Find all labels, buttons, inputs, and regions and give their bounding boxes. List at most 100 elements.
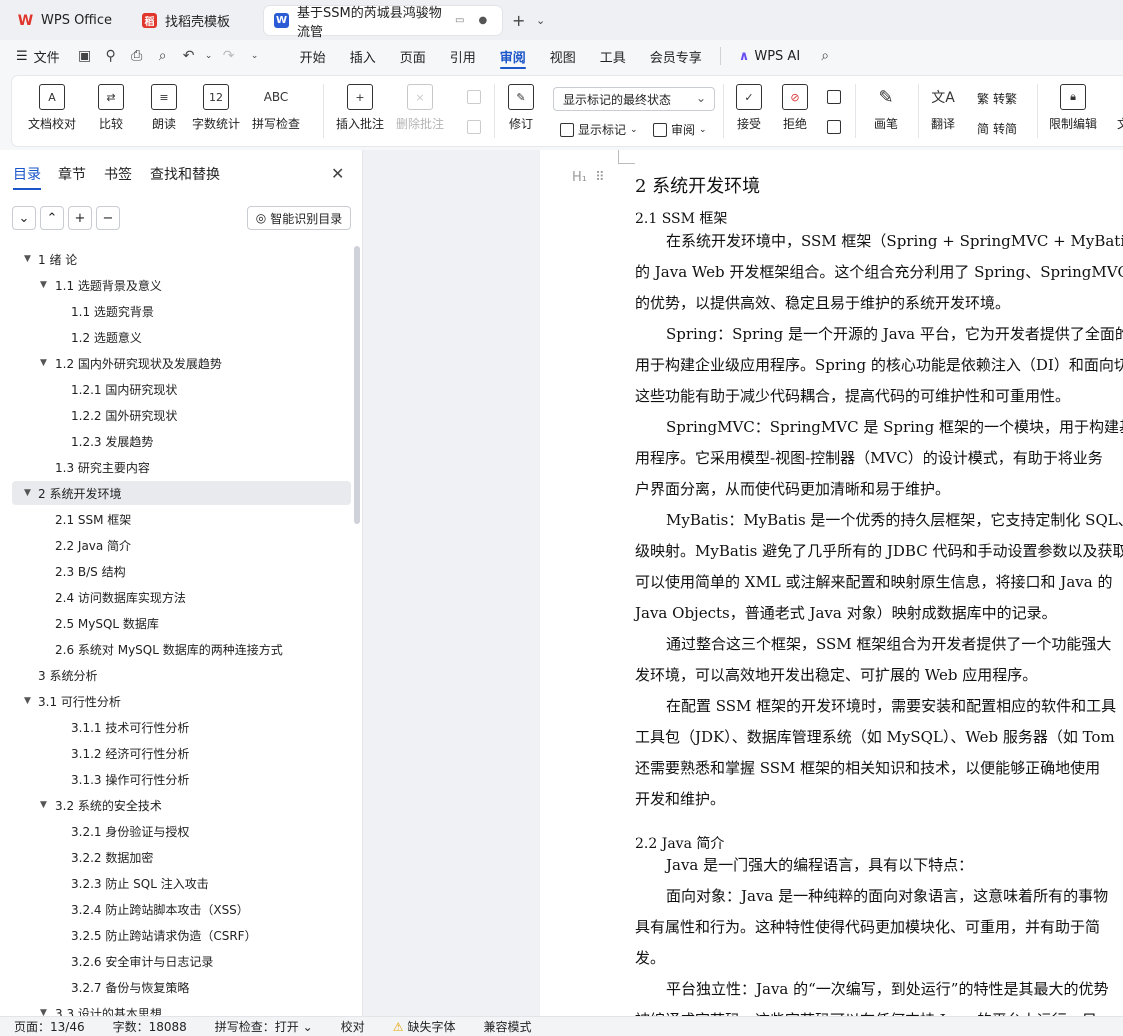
toc-item[interactable]: 1.2.3 发展趋势	[71, 429, 153, 453]
toc-item[interactable]: 2.3 B/S 结构	[55, 559, 126, 583]
unsaved-dot-icon[interactable]: ●	[478, 15, 487, 26]
expand-arrow-icon[interactable]: ▼	[24, 689, 31, 713]
collapse-all-button[interactable]: ⌄	[12, 206, 36, 230]
toc-scrollbar[interactable]	[354, 246, 360, 524]
prev-change-button[interactable]	[827, 90, 841, 104]
add-toc-item-button[interactable]: +	[68, 206, 92, 230]
close-icon[interactable]: ✕	[331, 164, 344, 183]
search-icon[interactable]: ⌕	[812, 48, 838, 64]
to-traditional-button[interactable]: 繁转繁	[977, 90, 1017, 107]
toc-item[interactable]: 3.2.6 安全审计与日志记录	[71, 949, 213, 973]
quick-access-more-icon[interactable]: ⌄	[242, 51, 268, 61]
doc-check-button[interactable]: A 文档校对	[28, 84, 76, 132]
toc-item[interactable]: 1 绪 论	[38, 247, 77, 271]
menu-view[interactable]: 视图	[538, 40, 588, 72]
undo-icon[interactable]: ↶	[176, 48, 202, 64]
page-indicator[interactable]: 页面：13/46	[0, 1018, 99, 1035]
expand-up-button[interactable]: ⌃	[40, 206, 64, 230]
print-preview-icon[interactable]: ⌕	[150, 48, 176, 64]
restrict-edit-button[interactable]: 🔒︎ 限制编辑	[1049, 84, 1097, 132]
expand-arrow-icon[interactable]: ▼	[24, 247, 31, 271]
new-tab-button[interactable]: +	[512, 6, 525, 35]
toc-item[interactable]: 2.4 访问数据库实现方法	[55, 585, 186, 609]
spell-check-button[interactable]: ABC 拼写检查	[252, 84, 300, 132]
tab-current-document[interactable]: W 基于SSM的芮城县鸿骏物流管 ▭ ●	[264, 6, 502, 40]
toc-item[interactable]: 3.2 系统的安全技术	[55, 793, 162, 817]
missing-font-status[interactable]: ⚠ 缺失字体	[379, 1018, 470, 1035]
toc-item[interactable]: 3.2.3 防止 SQL 注入攻击	[71, 871, 209, 895]
translate-button[interactable]: 文A 翻译	[930, 84, 956, 132]
revise-button[interactable]: ✎ 修订	[508, 84, 534, 132]
remove-toc-item-button[interactable]: −	[96, 206, 120, 230]
ink-button[interactable]: ✎ 画笔	[873, 84, 899, 132]
toc-item[interactable]: 3 系统分析	[38, 663, 97, 687]
proofread-status[interactable]: 校对	[327, 1018, 379, 1035]
tab-bookmarks[interactable]: 书签	[104, 164, 132, 184]
toc-item[interactable]: 3.1.3 操作可行性分析	[71, 767, 189, 791]
share-link-icon[interactable]: ⚲	[98, 48, 124, 64]
expand-arrow-icon[interactable]: ▼	[40, 793, 47, 817]
toc-item[interactable]: 3.2.7 备份与恢复策略	[71, 975, 189, 999]
document-page[interactable]: H₁ ⠿ 2 系统开发环境 2.1 SSM 框架 在系统开发环境中，SSM 框架…	[540, 150, 1123, 1016]
spell-check-status[interactable]: 拼写检查：打开 ⌄	[201, 1018, 327, 1035]
toc-item[interactable]: 3.1 可行性分析	[38, 689, 121, 713]
menu-tools[interactable]: 工具	[588, 40, 638, 72]
show-markup-button[interactable]: 显示标记 ⌄	[560, 121, 638, 138]
review-pane-button[interactable]: 审阅 ⌄	[653, 121, 707, 138]
toc-item[interactable]: 2 系统开发环境	[38, 481, 121, 505]
toc-item[interactable]: 2.2 Java 简介	[55, 533, 131, 557]
reject-button[interactable]: ⊘ 拒绝	[782, 84, 808, 132]
word-count-status[interactable]: 字数：18088	[99, 1018, 201, 1035]
expand-arrow-icon[interactable]: ▼	[40, 351, 47, 375]
read-aloud-button[interactable]: ≡ 朗读	[151, 84, 177, 132]
print-icon[interactable]: ⎙	[124, 48, 150, 64]
save-icon[interactable]: ▣	[72, 48, 98, 64]
toc-item[interactable]: 1.2 选题意义	[71, 325, 142, 349]
prev-comment-button[interactable]	[467, 90, 481, 104]
file-menu[interactable]: ☰ 文件	[0, 40, 72, 72]
word-count-button[interactable]: 12 字数统计	[192, 84, 240, 132]
toc-item[interactable]: 2.5 MySQL 数据库	[55, 611, 159, 635]
insert-comment-button[interactable]: + 插入批注	[336, 84, 384, 132]
delete-comment-button[interactable]: × 删除批注	[396, 84, 444, 132]
heading-drag-handle[interactable]: H₁ ⠿	[572, 170, 605, 185]
toc-item[interactable]: 3.2.1 身份验证与授权	[71, 819, 189, 843]
toc-item[interactable]: 3.2.5 防止跨站请求伪造（CSRF）	[71, 923, 257, 947]
accept-button[interactable]: ✓ 接受	[736, 84, 762, 132]
menu-reference[interactable]: 引用	[438, 40, 488, 72]
wps-ai-button[interactable]: ∧ WPS AI	[727, 40, 812, 72]
more-ribbon-button[interactable]: 文	[1110, 84, 1123, 132]
menu-insert[interactable]: 插入	[338, 40, 388, 72]
toc-item[interactable]: 3.2.2 数据加密	[71, 845, 153, 869]
tab-find-replace[interactable]: 查找和替换	[150, 164, 220, 184]
undo-dropdown-icon[interactable]: ⌄	[202, 51, 216, 61]
toc-item[interactable]: 1.3 研究主要内容	[55, 455, 150, 479]
toc-item[interactable]: 3.2.4 防止跨站脚本攻击（XSS）	[71, 897, 249, 921]
menu-start[interactable]: 开始	[288, 40, 338, 72]
compare-button[interactable]: ⇄ 比较	[98, 84, 124, 132]
next-change-button[interactable]	[827, 120, 841, 134]
menu-member[interactable]: 会员专享	[638, 40, 714, 72]
tab-sections[interactable]: 章节	[58, 164, 86, 184]
expand-arrow-icon[interactable]: ▼	[24, 481, 31, 505]
toc-item[interactable]: 2.6 系统对 MySQL 数据库的两种连接方式	[55, 637, 283, 661]
toc-item[interactable]: 3.1.1 技术可行性分析	[71, 715, 189, 739]
toc-item[interactable]: 1.2 国内外研究现状及发展趋势	[55, 351, 222, 375]
tab-docer[interactable]: 稻 找稻壳模板	[132, 6, 260, 35]
toc-item[interactable]: 3.1.2 经济可行性分析	[71, 741, 189, 765]
tab-wps-office[interactable]: W WPS Office	[8, 6, 124, 35]
tab-toc[interactable]: 目录	[13, 164, 41, 190]
toc-item[interactable]: 1.2.2 国外研究现状	[71, 403, 177, 427]
toc-item[interactable]: 1.2.1 国内研究现状	[71, 377, 177, 401]
toc-item[interactable]: 1.1 选题究背景	[71, 299, 154, 323]
redo-icon[interactable]: ↷	[216, 48, 242, 64]
toc-item[interactable]: 2.1 SSM 框架	[55, 507, 131, 531]
to-simplified-button[interactable]: 简转简	[977, 120, 1017, 137]
menu-page[interactable]: 页面	[388, 40, 438, 72]
next-comment-button[interactable]	[467, 120, 481, 134]
expand-arrow-icon[interactable]: ▼	[40, 273, 47, 297]
menu-review[interactable]: 审阅	[488, 40, 538, 72]
smart-toc-button[interactable]: ◎ 智能识别目录	[247, 206, 351, 230]
toc-item[interactable]: 1.1 选题背景及意义	[55, 273, 162, 297]
tab-list-chevron-icon[interactable]: ⌄	[536, 6, 545, 35]
